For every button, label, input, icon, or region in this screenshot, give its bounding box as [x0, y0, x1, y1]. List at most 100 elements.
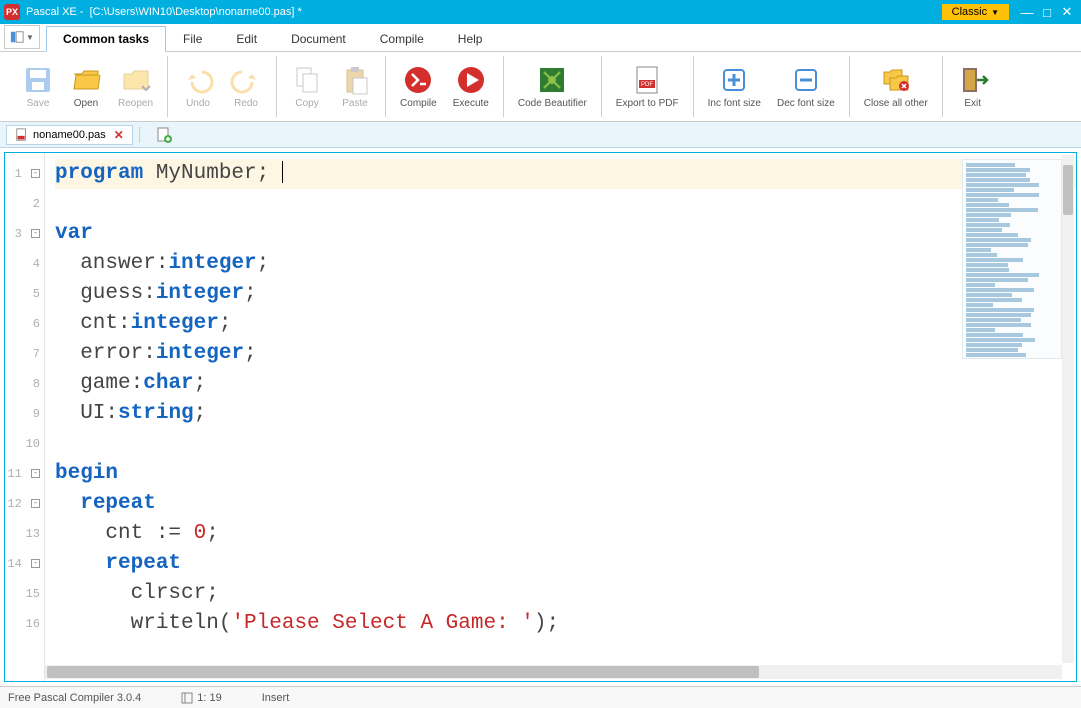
toolbar-group: Close all other: [849, 56, 942, 117]
code-line[interactable]: cnt:integer;: [55, 309, 1076, 339]
line-number: 5: [5, 279, 44, 309]
minus-icon: [790, 64, 822, 96]
folder-open-icon: [70, 64, 102, 96]
menu-tab-common-tasks[interactable]: Common tasks: [46, 26, 166, 52]
save-button: Save: [14, 62, 62, 111]
line-number: 10: [5, 429, 44, 459]
toolbar-group: Save Open Reopen: [8, 56, 167, 117]
minimize-button[interactable]: —: [1017, 2, 1037, 22]
status-cursor-pos: 1: 19: [181, 692, 221, 704]
window-title: Pascal XE - [C:\Users\WIN10\Desktop\nona…: [26, 6, 942, 18]
redo-icon: [230, 64, 262, 96]
editor-area: 1 -23 -4567891011 -12 -1314 -1516 progra…: [4, 152, 1077, 682]
maximize-button[interactable]: □: [1037, 2, 1057, 22]
toolbar-group: Exit: [942, 56, 1003, 117]
ribbon-toolbar: SaveOpenReopenUndoRedoCopyPasteCompileEx…: [0, 52, 1081, 122]
fold-toggle[interactable]: -: [31, 499, 40, 508]
line-number: 2: [5, 189, 44, 219]
vertical-scrollbar[interactable]: [1062, 155, 1074, 663]
code-line[interactable]: game:char;: [55, 369, 1076, 399]
fold-toggle[interactable]: -: [31, 169, 40, 178]
scroll-thumb[interactable]: [1063, 165, 1073, 215]
code-line[interactable]: [55, 189, 1076, 219]
code-line[interactable]: program MyNumber;: [55, 159, 1076, 189]
toolbar-label: Compile: [400, 98, 437, 109]
exit-icon: [957, 64, 989, 96]
code-editor[interactable]: program MyNumber; var answer:integer; gu…: [45, 153, 1076, 681]
compile-button[interactable]: Compile: [392, 62, 445, 111]
code-line[interactable]: guess:integer;: [55, 279, 1076, 309]
cursor-pos-icon: [181, 692, 193, 704]
close-button[interactable]: ✕: [1057, 2, 1077, 22]
toolbar-label: Open: [74, 98, 98, 109]
menu-tab-edit[interactable]: Edit: [219, 26, 274, 52]
inc-font-button[interactable]: Inc font size: [700, 62, 769, 111]
line-number: 6: [5, 309, 44, 339]
toolbar-label: Export to PDF: [616, 98, 679, 109]
redo-button: Redo: [222, 62, 270, 111]
file-tab[interactable]: noname00.pas✕: [6, 125, 133, 145]
code-line[interactable]: repeat: [55, 489, 1076, 519]
pascal-file-icon: [15, 128, 29, 142]
line-number: 4: [5, 249, 44, 279]
code-line[interactable]: UI:string;: [55, 399, 1076, 429]
toolbar-group: Compile Execute: [385, 56, 503, 117]
close-tab-icon[interactable]: ✕: [114, 128, 124, 142]
export-pdf-button[interactable]: PDF Export to PDF: [608, 62, 687, 111]
copy-button: Copy: [283, 62, 331, 111]
close-all-other-button[interactable]: Close all other: [856, 62, 936, 111]
menu-tab-file[interactable]: File: [166, 26, 219, 52]
new-file-icon[interactable]: [156, 127, 172, 143]
svg-text:PDF: PDF: [641, 82, 653, 88]
toolbar-group: Copy Paste: [276, 56, 385, 117]
title-bar: PX Pascal XE - [C:\Users\WIN10\Desktop\n…: [0, 0, 1081, 24]
fold-toggle[interactable]: -: [31, 469, 40, 478]
status-compiler: Free Pascal Compiler 3.0.4: [8, 692, 141, 704]
compile-icon: [402, 64, 434, 96]
toolbar-group: PDF Export to PDF: [601, 56, 693, 117]
status-mode: Insert: [262, 692, 290, 704]
code-line[interactable]: error:integer;: [55, 339, 1076, 369]
toolbar-label: Execute: [453, 98, 489, 109]
toolbar-label: Copy: [295, 98, 318, 109]
fold-toggle[interactable]: -: [31, 229, 40, 238]
line-number: 7: [5, 339, 44, 369]
code-line[interactable]: [55, 429, 1076, 459]
code-line[interactable]: writeln('Please Select A Game: ');: [55, 609, 1076, 639]
dec-font-button[interactable]: Dec font size: [769, 62, 843, 111]
code-line[interactable]: repeat: [55, 549, 1076, 579]
line-number: 9: [5, 399, 44, 429]
exit-button[interactable]: Exit: [949, 62, 997, 111]
code-line[interactable]: clrscr;: [55, 579, 1076, 609]
panel-icon: [10, 30, 24, 44]
view-mode-button[interactable]: ▼: [4, 25, 40, 49]
plus-icon: [718, 64, 750, 96]
beautifier-icon: [536, 64, 568, 96]
execute-button[interactable]: Execute: [445, 62, 497, 111]
code-line[interactable]: begin: [55, 459, 1076, 489]
minimap[interactable]: [962, 159, 1062, 359]
scroll-thumb[interactable]: [47, 666, 759, 678]
line-number: 3 -: [5, 219, 44, 249]
pdf-icon: PDF: [631, 64, 663, 96]
menu-tab-document[interactable]: Document: [274, 26, 363, 52]
fold-toggle[interactable]: -: [31, 559, 40, 568]
code-beautifier-button[interactable]: Code Beautifier: [510, 62, 595, 111]
horizontal-scrollbar[interactable]: [45, 665, 1062, 679]
line-number: 1 -: [5, 159, 44, 189]
open-button[interactable]: Open: [62, 62, 110, 111]
toolbar-label: Redo: [234, 98, 258, 109]
toolbar-group: Code Beautifier: [503, 56, 601, 117]
theme-classic-button[interactable]: Classic: [942, 4, 1009, 20]
line-number: 16: [5, 609, 44, 639]
menu-tab-help[interactable]: Help: [441, 26, 500, 52]
code-line[interactable]: cnt := 0;: [55, 519, 1076, 549]
code-line[interactable]: answer:integer;: [55, 249, 1076, 279]
reopen-button: Reopen: [110, 62, 161, 111]
code-line[interactable]: var: [55, 219, 1076, 249]
toolbar-label: Paste: [342, 98, 368, 109]
copy-icon: [291, 64, 323, 96]
menu-tab-compile[interactable]: Compile: [363, 26, 441, 52]
line-number: 11 -: [5, 459, 44, 489]
toolbar-label: Inc font size: [708, 98, 761, 109]
